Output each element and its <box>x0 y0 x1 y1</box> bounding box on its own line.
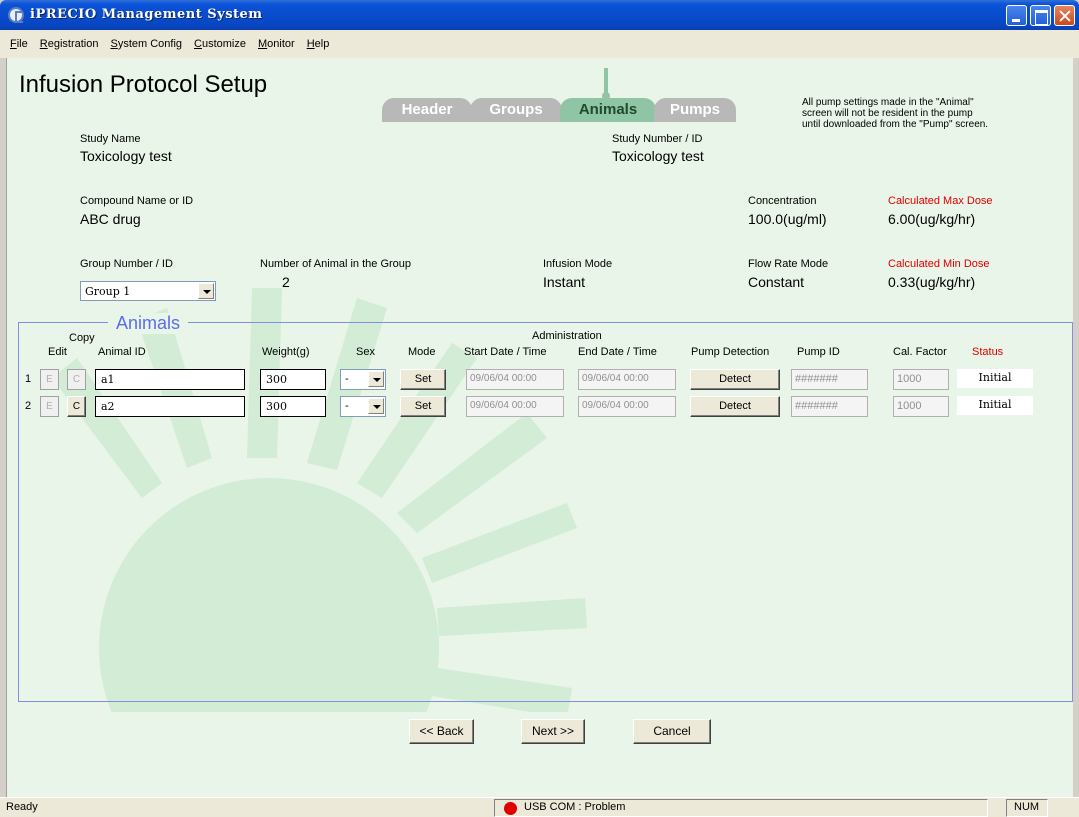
chevron-down-icon[interactable] <box>368 398 384 414</box>
detect-button[interactable]: Detect <box>690 396 780 417</box>
pump-id-field: ####### <box>791 369 868 390</box>
study-number-label: Study Number / ID <box>612 133 703 145</box>
next-button[interactable]: Next >> <box>521 719 585 744</box>
cal-factor-field: 1000 <box>893 396 949 417</box>
status-value: Initial <box>957 369 1033 388</box>
max-dose-label: Calculated Max Dose <box>888 195 993 207</box>
infusion-mode-value: Instant <box>543 274 586 290</box>
menu-system-config[interactable]: System Config <box>104 36 188 52</box>
col-pump-id: Pump ID <box>797 346 840 358</box>
tab-pointer-icon <box>602 68 610 100</box>
copy-button[interactable]: C <box>67 369 86 390</box>
col-start: Start Date / Time <box>464 346 547 358</box>
group-select-value: Group 1 <box>85 285 131 298</box>
col-status: Status <box>972 346 1004 358</box>
status-num: NUM <box>1014 801 1040 813</box>
sex-select[interactable]: - <box>340 396 386 417</box>
col-pump-detection: Pump Detection <box>691 346 770 358</box>
compound-label: Compound Name or ID <box>80 195 194 207</box>
study-number-value: Toxicology test <box>612 148 704 164</box>
edit-button[interactable]: E <box>40 396 59 417</box>
copy-button[interactable]: C <box>67 396 86 417</box>
pump-settings-note: All pump settings made in the "Animal" s… <box>802 97 989 130</box>
menu-customize[interactable]: Customize <box>188 36 252 52</box>
min-dose-value: 0.33(ug/kg/hr) <box>888 274 976 290</box>
animals-count-value: 2 <box>282 274 290 290</box>
row-number: 2 <box>25 400 32 412</box>
animal-id-input[interactable]: a2 <box>95 396 245 417</box>
menu-help[interactable]: Help <box>301 36 336 52</box>
col-weight: Weight(g) <box>262 346 310 358</box>
sex-select[interactable]: - <box>340 369 386 390</box>
min-dose-label: Calculated Min Dose <box>888 258 990 270</box>
animals-count-label: Number of Animal in the Group <box>260 258 412 270</box>
cancel-button[interactable]: Cancel <box>633 719 711 744</box>
col-mode: Mode <box>408 346 436 358</box>
max-dose-value: 6.00(ug/kg/hr) <box>888 211 976 227</box>
compound-value: ABC drug <box>80 211 141 227</box>
page-title: Infusion Protocol Setup <box>19 71 268 98</box>
weight-input[interactable]: 300 <box>260 369 326 390</box>
end-datetime-field: 09/06/04 00:00 <box>578 396 676 417</box>
study-name-value: Toxicology test <box>80 148 172 164</box>
start-datetime-field: 09/06/04 00:00 <box>466 396 564 417</box>
col-sex: Sex <box>356 346 375 358</box>
menu-bar: File Registration System Config Customiz… <box>0 30 1079 58</box>
app-icon <box>8 7 24 23</box>
edit-button[interactable]: E <box>40 369 59 390</box>
mode-set-button[interactable]: Set <box>400 396 446 417</box>
flow-rate-value: Constant <box>748 274 805 290</box>
minimize-button[interactable] <box>1006 5 1027 26</box>
close-button[interactable] <box>1054 5 1075 26</box>
col-end: End Date / Time <box>578 346 657 358</box>
title-bar: iPRECIO Management System <box>0 0 1079 30</box>
end-datetime-field: 09/06/04 00:00 <box>578 369 676 390</box>
infusion-mode-label: Infusion Mode <box>543 258 613 270</box>
mode-set-button[interactable]: Set <box>400 369 446 390</box>
group-label: Group Number / ID <box>80 258 173 270</box>
start-datetime-field: 09/06/04 00:00 <box>466 369 564 390</box>
status-usb: USB COM : Problem <box>524 801 626 813</box>
tab-pumps[interactable]: Pumps <box>654 98 736 122</box>
col-cal-factor: Cal. Factor <box>893 346 947 358</box>
concentration-value: 100.0(ug/ml) <box>748 211 827 227</box>
menu-registration[interactable]: Registration <box>34 36 105 52</box>
maximize-button[interactable] <box>1030 5 1051 26</box>
menu-monitor[interactable]: Monitor <box>252 36 301 52</box>
status-bar: Ready USB COM : Problem NUM <box>0 797 1079 817</box>
menu-file[interactable]: File <box>4 36 34 52</box>
window-title: iPRECIO Management System <box>30 7 263 22</box>
status-ready: Ready <box>6 801 38 813</box>
cal-factor-field: 1000 <box>893 369 949 390</box>
col-animal-id: Animal ID <box>98 346 146 358</box>
weight-input[interactable]: 300 <box>260 396 326 417</box>
tab-groups[interactable]: Groups <box>470 98 562 122</box>
col-edit: Edit <box>48 346 67 358</box>
detect-button[interactable]: Detect <box>690 369 780 390</box>
tab-header[interactable]: Header <box>382 98 472 122</box>
group-select[interactable]: Group 1 <box>80 281 216 301</box>
usb-error-indicator-icon <box>504 802 517 815</box>
animal-id-input[interactable]: a1 <box>95 369 245 390</box>
sex-select-value: - <box>345 400 349 412</box>
study-name-label: Study Name <box>80 133 141 145</box>
row-number: 1 <box>25 373 32 385</box>
chevron-down-icon[interactable] <box>368 371 384 387</box>
animals-section-title: Animals <box>108 313 189 334</box>
tab-animals[interactable]: Animals <box>560 98 656 122</box>
concentration-label: Concentration <box>748 195 817 207</box>
pump-id-field: ####### <box>791 396 868 417</box>
flow-rate-label: Flow Rate Mode <box>748 258 829 270</box>
sex-select-value: - <box>345 373 349 385</box>
status-value: Initial <box>957 396 1033 415</box>
col-copy: Copy <box>69 332 95 344</box>
back-button[interactable]: << Back <box>409 719 474 744</box>
chevron-down-icon[interactable] <box>198 283 214 299</box>
col-administration: Administration <box>532 330 602 342</box>
